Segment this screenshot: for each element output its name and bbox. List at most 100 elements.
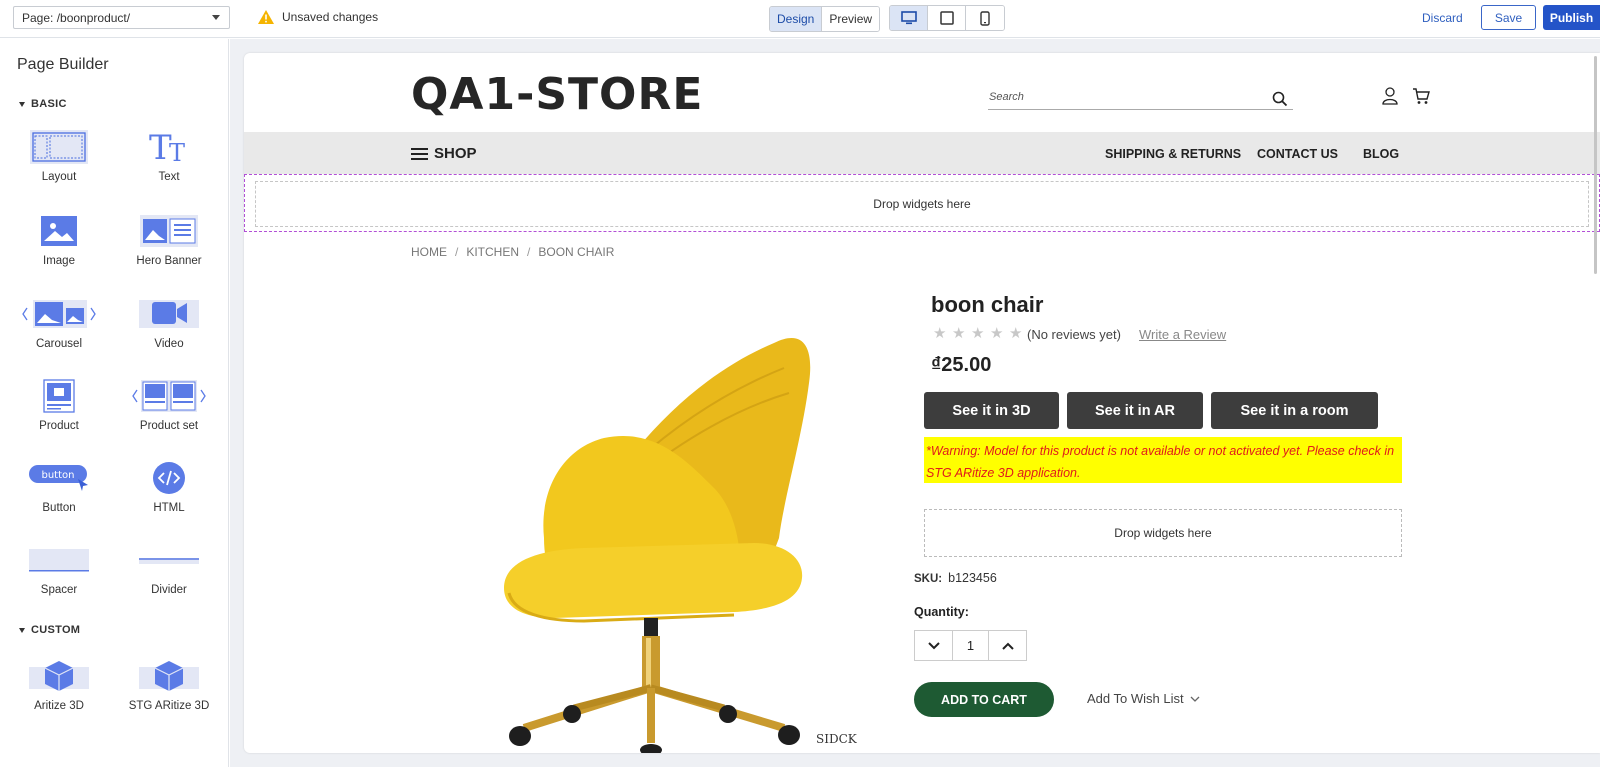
quantity-input[interactable]: 1 <box>952 631 989 660</box>
chevron-up-icon <box>1001 642 1014 650</box>
widget-spacer-label: Spacer <box>40 584 78 596</box>
wishlist-label: Add To Wish List <box>1087 691 1184 706</box>
widget-aritize-3d[interactable]: Aritize 3D <box>14 653 104 712</box>
divider-icon <box>139 558 199 564</box>
sidebar-title: Page Builder <box>17 56 109 73</box>
cube-icon <box>139 661 199 691</box>
star-icon: ★ <box>933 325 947 342</box>
widget-text[interactable]: T T Text <box>124 124 214 183</box>
video-icon <box>139 300 199 328</box>
save-button[interactable]: Save <box>1481 5 1536 30</box>
cart-icon[interactable] <box>1412 87 1430 105</box>
design-mode-button[interactable]: Design <box>770 7 823 31</box>
nav-shipping-returns[interactable]: SHIPPING & RETURNS <box>1105 147 1241 161</box>
store-navbar: SHOP SHIPPING & RETURNS CONTACT US BLOG <box>244 132 1600 174</box>
widget-button[interactable]: button Button <box>14 455 104 514</box>
nav-contact-us[interactable]: CONTACT US <box>1257 147 1338 161</box>
widget-text-label: Text <box>158 171 180 183</box>
unsaved-indicator: Unsaved changes <box>258 10 378 24</box>
see-in-ar-button[interactable]: See it in AR <box>1067 392 1203 429</box>
widget-divider[interactable]: Divider <box>124 537 214 596</box>
quantity-decrease-button[interactable] <box>915 631 952 660</box>
breadcrumb: HOME / KITCHEN / BOON CHAIR <box>411 245 614 259</box>
search-placeholder: Search <box>989 91 1024 103</box>
product-sku: SKU: b123456 <box>914 571 997 585</box>
sku-value: b123456 <box>948 571 997 585</box>
widget-video[interactable]: Video <box>124 291 214 350</box>
user-account-icon[interactable] <box>1382 87 1398 105</box>
svg-text:T: T <box>169 139 185 165</box>
top-toolbar: Page: /boonproduct/ Unsaved changes Desi… <box>0 0 1600 38</box>
rating-stars: ★ ★ ★ ★ ★ <box>933 325 1023 342</box>
widget-html[interactable]: HTML <box>124 455 214 514</box>
drop-zone-top[interactable]: Drop widgets here <box>255 181 1589 227</box>
search-icon[interactable] <box>1272 91 1288 107</box>
tablet-view-button[interactable] <box>928 6 966 30</box>
shop-label: SHOP <box>434 145 477 162</box>
add-to-cart-button[interactable]: ADD TO CART <box>914 682 1054 717</box>
widget-video-label: Video <box>154 338 184 350</box>
publish-button[interactable]: Publish <box>1543 5 1600 30</box>
layout-icon <box>30 130 88 164</box>
widget-image[interactable]: Image <box>14 208 104 267</box>
drop-zone-product[interactable]: Drop widgets here <box>924 509 1402 557</box>
star-icon: ★ <box>952 325 966 342</box>
product-price: ₫25.00 <box>931 354 992 376</box>
drop-zone-region[interactable]: Drop widgets here <box>244 174 1600 232</box>
canvas-scrollbar[interactable] <box>1594 56 1597 274</box>
widget-product[interactable]: Product <box>14 373 104 432</box>
discard-button[interactable]: Discard <box>1422 11 1463 25</box>
widget-spacer[interactable]: Spacer <box>14 537 104 596</box>
see-in-room-button[interactable]: See it in a room <box>1211 392 1378 429</box>
section-basic[interactable]: BASIC <box>19 98 67 110</box>
see-in-3d-button[interactable]: See it in 3D <box>924 392 1059 429</box>
section-custom[interactable]: CUSTOM <box>19 624 80 636</box>
hamburger-icon <box>411 147 428 160</box>
widget-stg-aritize-3d[interactable]: STG ARitize 3D <box>124 653 214 712</box>
widget-html-label: HTML <box>153 502 185 514</box>
shop-menu-button[interactable]: SHOP <box>411 145 477 162</box>
breadcrumb-current: BOON CHAIR <box>538 245 615 259</box>
unsaved-text: Unsaved changes <box>282 10 379 24</box>
breadcrumb-home[interactable]: HOME <box>411 245 447 259</box>
carousel-icon <box>22 300 96 328</box>
widget-layout[interactable]: Layout <box>14 124 104 183</box>
page-canvas: QA1-STORE Search SHOP SHIPPING & RETURNS… <box>244 53 1600 753</box>
quantity-increase-button[interactable] <box>989 631 1026 660</box>
widget-hero-banner-label: Hero Banner <box>136 255 202 267</box>
product-set-icon <box>132 380 206 412</box>
widget-carousel-label: Carousel <box>35 338 83 350</box>
store-search-input[interactable]: Search <box>988 88 1293 110</box>
star-icon: ★ <box>971 325 985 342</box>
widget-hero-banner[interactable]: Hero Banner <box>124 208 214 267</box>
mode-toggle: Design Preview <box>769 6 881 32</box>
add-to-wishlist-button[interactable]: Add To Wish List <box>1087 691 1200 706</box>
write-review-link[interactable]: Write a Review <box>1139 327 1226 342</box>
html-code-icon <box>153 462 185 494</box>
breadcrumb-kitchen[interactable]: KITCHEN <box>466 245 519 259</box>
mobile-view-button[interactable] <box>966 6 1004 30</box>
widget-carousel[interactable]: Carousel <box>14 291 104 350</box>
nav-blog[interactable]: BLOG <box>1363 147 1399 161</box>
widget-layout-label: Layout <box>41 171 77 183</box>
quantity-label: Quantity: <box>914 605 969 619</box>
spacer-icon <box>29 549 89 572</box>
text-icon: T T <box>149 129 185 165</box>
store-logo[interactable]: QA1-STORE <box>411 69 703 120</box>
desktop-icon <box>900 11 917 25</box>
breadcrumb-separator: / <box>455 245 459 259</box>
widget-product-set[interactable]: Product set <box>124 373 214 432</box>
desktop-view-button[interactable] <box>890 6 928 30</box>
product-image-chair[interactable]: SIDCK <box>484 288 884 753</box>
preview-mode-button[interactable]: Preview <box>822 7 880 31</box>
product-title: boon chair <box>931 292 1044 317</box>
section-custom-label: CUSTOM <box>31 624 81 636</box>
section-basic-label: BASIC <box>31 98 67 110</box>
triangle-down-icon <box>19 101 25 107</box>
page-select[interactable]: Page: /boonproduct/ <box>13 6 230 29</box>
button-icon-text: button <box>42 470 75 481</box>
star-icon: ★ <box>1009 325 1023 342</box>
image-watermark: SIDCK <box>816 732 858 746</box>
widget-stg-aritize-3d-label: STG ARitize 3D <box>128 700 210 712</box>
model-warning: *Warning: Model for this product is not … <box>924 437 1402 483</box>
